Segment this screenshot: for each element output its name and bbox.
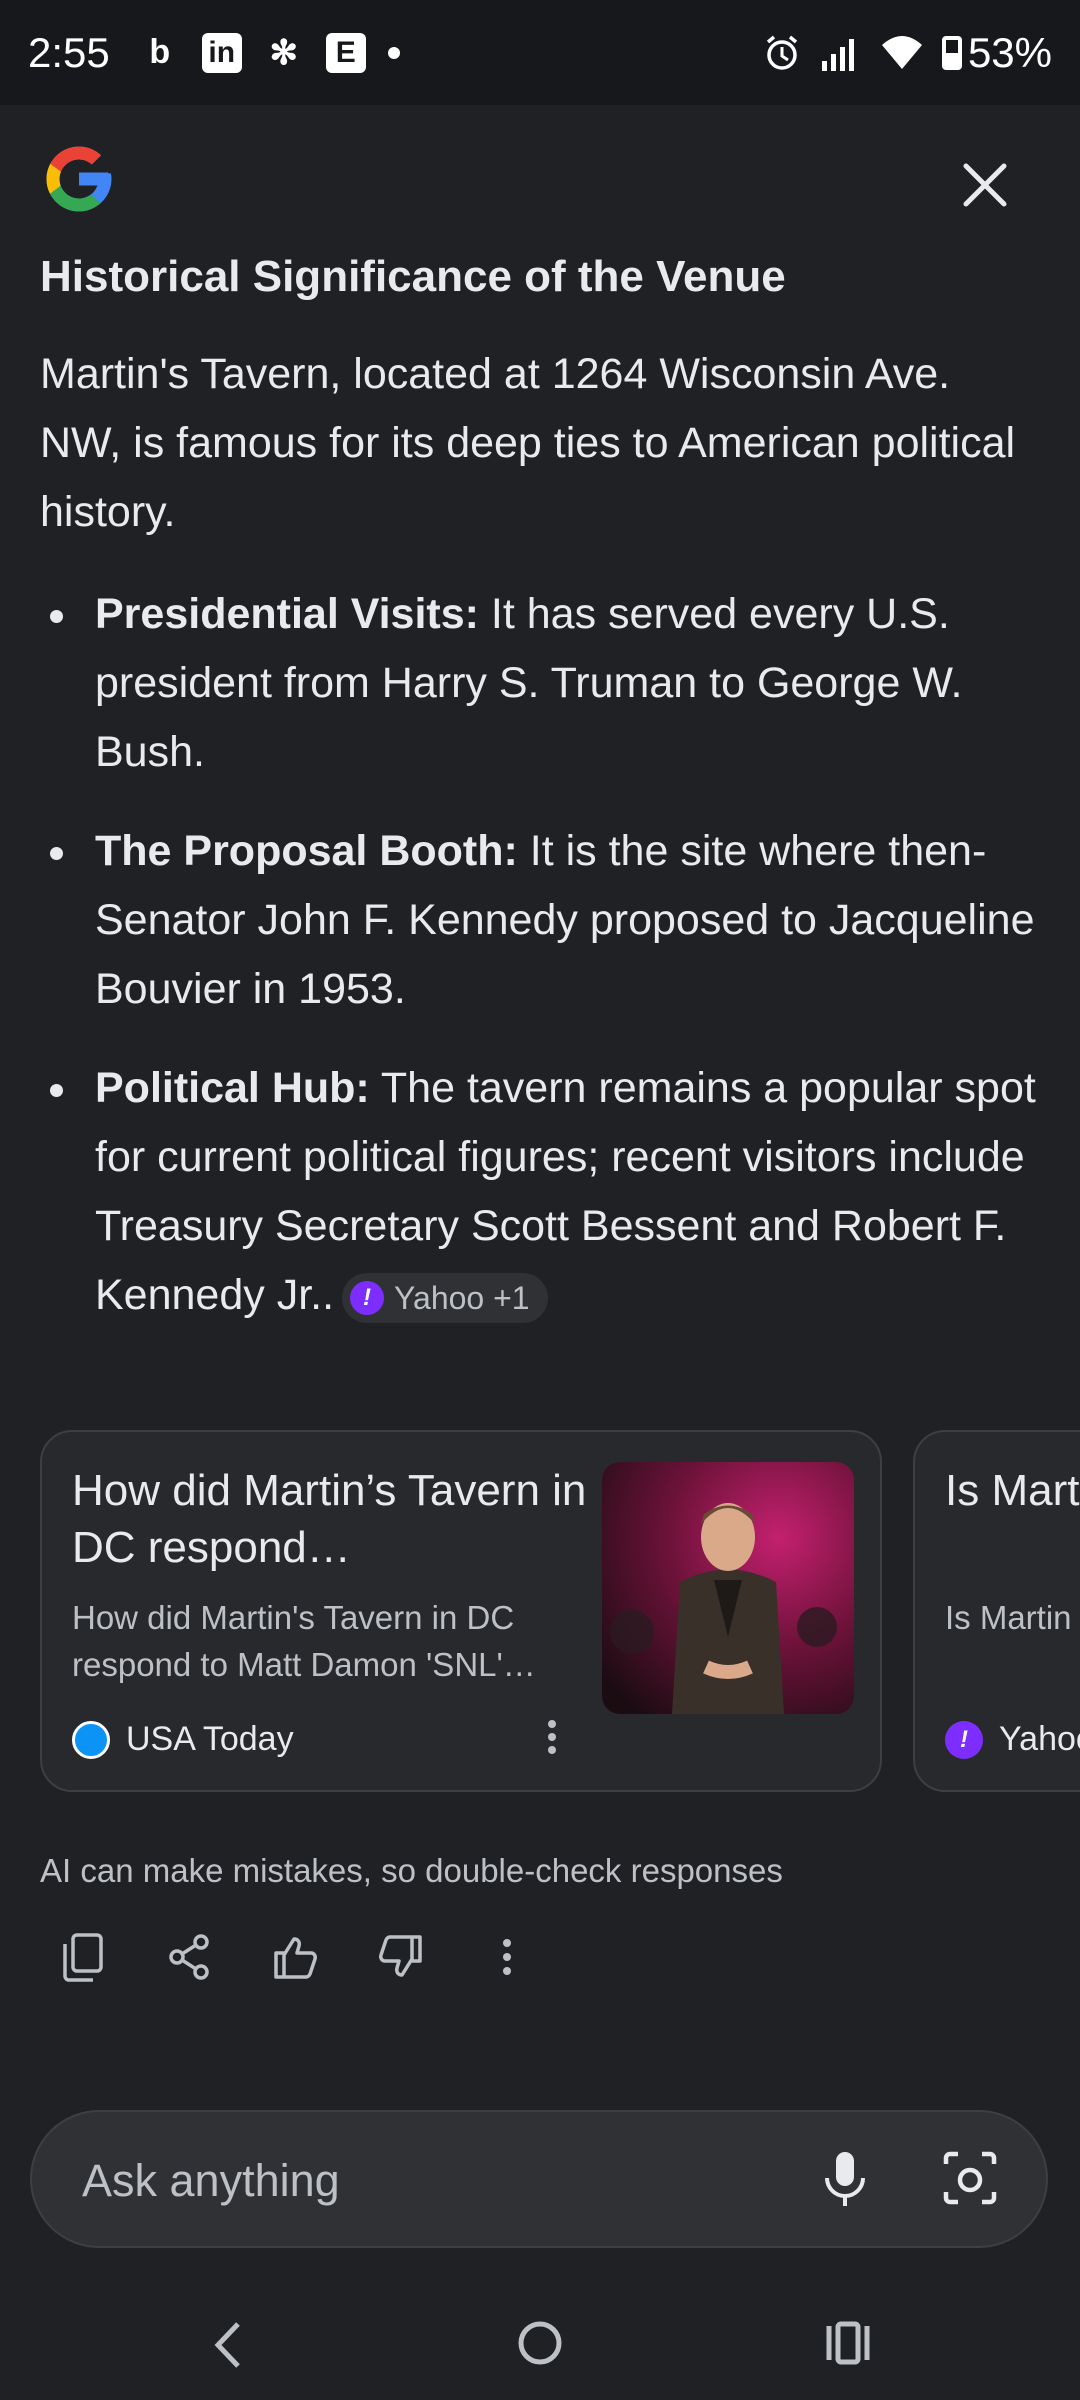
- bullet-label: Political Hub:: [95, 1064, 370, 1112]
- close-icon: [963, 163, 1007, 207]
- source-chip-label: Yahoo +1: [394, 1279, 530, 1316]
- more-options-button[interactable]: [484, 1930, 530, 1984]
- feedback-actions: [60, 1930, 530, 1984]
- home-circle-icon: [518, 2321, 562, 2365]
- bullet-label: Presidential Visits:: [95, 590, 479, 638]
- camera-lens-icon: [943, 2151, 997, 2205]
- share-button[interactable]: [166, 1930, 212, 1984]
- usa-today-icon: [72, 1720, 110, 1759]
- card-title: Is Mart 'SNL' s: [945, 1466, 1080, 1515]
- bullet-list: Presidential Visits: It has served every…: [40, 580, 1040, 1360]
- list-item: Political Hub: The tavern remains a popu…: [40, 1054, 1040, 1330]
- ai-disclaimer: AI can make mistakes, so double-check re…: [40, 1852, 783, 1889]
- thumbs-down-button[interactable]: [378, 1930, 424, 1984]
- card-snippet: How did Martin's Tavern in DC respond to…: [72, 1599, 536, 1683]
- related-cards-carousel[interactable]: How did Martin’s Tavern in DC respond… H…: [40, 1430, 1080, 1795]
- home-button[interactable]: [515, 2318, 565, 2373]
- clock: 2:55: [28, 28, 110, 76]
- linkedin-app-icon: in: [201, 32, 242, 73]
- yahoo-icon: !: [945, 1720, 983, 1759]
- list-item: Presidential Visits: It has served every…: [40, 580, 1040, 787]
- voice-search-button[interactable]: [822, 2150, 868, 2215]
- intro-paragraph: Martin's Tavern, located at 1264 Wiscons…: [40, 350, 1016, 536]
- copy-icon: [63, 1933, 103, 1982]
- card-source-label: USA Today: [126, 1720, 294, 1758]
- e-app-icon: E: [325, 32, 366, 73]
- related-card[interactable]: Is Mart 'SNL' s Is Martin sketch a ! Yah…: [913, 1430, 1080, 1792]
- system-nav-bar: [0, 2290, 1080, 2400]
- section-heading: Historical Significance of the Venue: [40, 252, 786, 301]
- more-vert-icon: [548, 1720, 556, 1754]
- source-chip[interactable]: ! Yahoo +1: [342, 1272, 548, 1323]
- notification-dot-icon: [387, 46, 400, 59]
- close-button[interactable]: [950, 150, 1020, 220]
- thumbs-up-icon: [274, 1937, 317, 1979]
- person-photo: [610, 1503, 837, 1714]
- ask-bar: [30, 2110, 1048, 2248]
- status-bar: 2:55 b in ✻ E 53%: [0, 0, 1080, 105]
- card-snippet: Is Martin sketch a: [945, 1599, 1080, 1636]
- battery-percent: 53%: [967, 28, 1052, 76]
- card-more-button[interactable]: [532, 1712, 572, 1762]
- back-chevron-icon: [214, 2322, 240, 2368]
- signal-icon: [821, 38, 854, 71]
- card-source-label: Yahoo: [999, 1720, 1080, 1758]
- copy-button[interactable]: [60, 1930, 106, 1984]
- microphone-icon: [825, 2152, 865, 2206]
- recents-button[interactable]: [825, 2318, 871, 2373]
- back-button[interactable]: [210, 2320, 246, 2375]
- yahoo-icon: !: [350, 1280, 385, 1315]
- status-right: 53%: [762, 29, 1052, 77]
- wifi-icon: [881, 35, 922, 69]
- bing-app-icon: b: [149, 33, 171, 71]
- recents-icon: [826, 2321, 870, 2365]
- battery-icon: [941, 35, 962, 70]
- card-source: ! Yahoo: [945, 1720, 1080, 1759]
- google-g-icon: [46, 146, 112, 212]
- alarm-icon: [766, 35, 798, 70]
- card-source: USA Today: [72, 1720, 294, 1759]
- status-left: 2:55 b in ✻ E: [28, 29, 400, 77]
- battery-indicator: 53%: [941, 28, 1052, 77]
- thumbs-down-icon: [379, 1935, 422, 1977]
- lens-search-button[interactable]: [942, 2150, 998, 2211]
- list-item: The Proposal Booth: It is the site where…: [40, 817, 1040, 1024]
- related-card[interactable]: How did Martin’s Tavern in DC respond… H…: [40, 1430, 882, 1792]
- more-vert-icon: [503, 1939, 511, 1975]
- thumbs-up-button[interactable]: [272, 1930, 318, 1984]
- asterisk-app-icon: ✻: [269, 33, 299, 72]
- card-thumbnail[interactable]: [602, 1462, 854, 1714]
- ask-input[interactable]: [80, 2154, 784, 2208]
- share-icon: [169, 1934, 209, 1980]
- card-title: How did Martin’s Tavern in DC respond…: [72, 1466, 587, 1572]
- bullet-label: The Proposal Booth:: [95, 827, 518, 875]
